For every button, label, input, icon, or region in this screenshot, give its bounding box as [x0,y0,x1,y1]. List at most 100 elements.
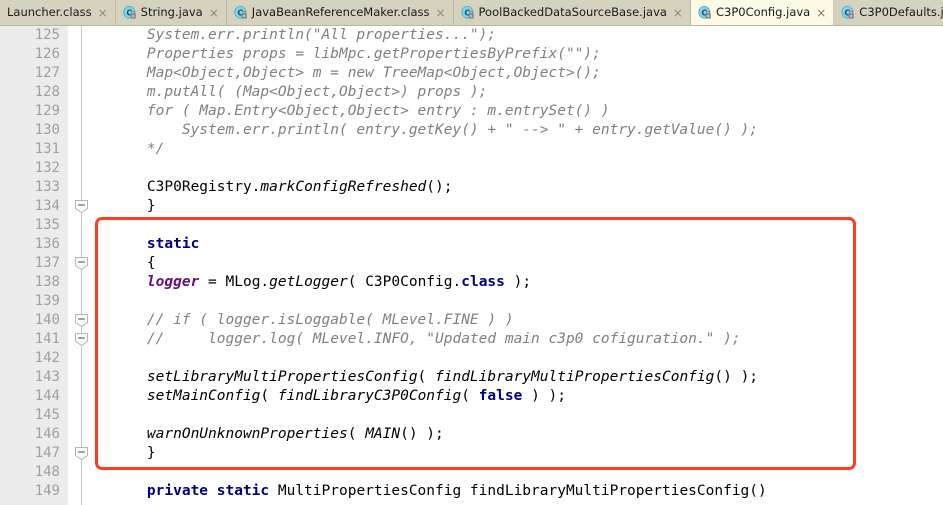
line-number: 128 [34,84,60,100]
code-line[interactable] [95,463,943,482]
code-token-kw: false [478,388,523,404]
code-token-meth: getLogger [269,274,348,290]
line-number: 125 [34,27,60,43]
code-line[interactable]: */ [95,140,943,159]
code-line[interactable]: Map<Object,Object> m = new TreeMap<Objec… [95,64,943,83]
close-icon[interactable]: × [816,7,826,19]
code-line[interactable]: warnOnUnknownProperties( MAIN() ); [95,425,943,444]
line-number: 144 [34,388,60,404]
code-token-plain: () ); [714,369,759,385]
close-icon[interactable]: × [209,7,219,19]
line-number: 143 [34,369,60,385]
code-token-plain: ( [347,426,366,442]
line-number: 129 [34,103,60,119]
editor-tab-c3p0config-java[interactable]: C C3P0Config.java × [690,0,835,25]
code-line[interactable]: } [95,197,943,216]
code-token-meth: setLibraryMultiPropertiesConfig [146,369,418,385]
close-icon[interactable]: × [435,7,445,19]
code-line[interactable]: System.err.println("All properties..."); [95,26,943,45]
close-icon[interactable]: × [673,7,683,19]
editor-tab-label: JavaBeanReferenceMaker.class [251,4,430,19]
line-number-list: 125 126 127 128 129 130 131 132 133 134 135 136 137 1… [0,26,60,501]
editor-tab-label: C3P0Config.java [715,4,811,19]
editor-tab-label: PoolBackedDataSourceBase.java [478,4,667,19]
fold-toggle-icon[interactable] [74,256,89,271]
code-token-cmt: Properties props = libMpc.getPropertiesB… [146,46,601,62]
line-number: 146 [34,426,60,442]
editor-tab-c3p0defaults-java[interactable]: C C3P0Defaults.java× [834,0,943,25]
line-number: 142 [34,350,60,366]
code-line[interactable]: // logger.log( MLevel.INFO, "Updated mai… [95,330,943,349]
code-token-meth: findLibraryC3P0Config [277,388,462,404]
code-token-cmt: System.err.println("All properties..."); [146,27,497,43]
code-folding-strip[interactable] [68,26,95,505]
code-line[interactable]: } [95,444,943,463]
fold-toggle-icon[interactable] [74,332,89,347]
editor-tab-bar: Launcher.class × C String.java × C JavaBea… [0,0,943,26]
code-token-cmt: // if ( logger.isLoggable( MLevel.FINE )… [146,312,514,328]
code-token-fld: logger [146,274,200,290]
code-token-plain: ) ); [522,388,566,404]
editor-tab-string-java[interactable]: C String.java × [115,0,227,25]
line-number: 140 [34,312,60,328]
fold-toggle-icon[interactable] [74,446,89,461]
code-token-cmt: m.putAll( (Map<Object,Object>) props ); [146,84,488,100]
code-token-kw: static [146,236,200,252]
editor-tab-label: C3P0Defaults.java [859,4,943,19]
code-token-meth: setMainConfig [146,388,261,404]
code-line[interactable] [95,292,943,311]
code-line[interactable]: m.putAll( (Map<Object,Object>) props ); [95,83,943,102]
editor-tab-label: String.java [140,4,203,19]
line-number: 147 [34,445,60,461]
line-number: 145 [34,407,60,423]
code-line[interactable]: System.err.println( entry.getKey() + " -… [95,121,943,140]
code-token-plain: ( [417,369,436,385]
code-line[interactable]: { [95,254,943,273]
code-line[interactable] [95,349,943,368]
fold-toggle-icon[interactable] [74,199,89,214]
code-token-cmt: System.err.println( entry.getKey() + " -… [146,122,759,138]
code-line[interactable]: private static MultiPropertiesConfig fin… [95,482,943,501]
java-class-icon: C [460,5,475,20]
code-line[interactable]: C3P0Registry.markConfigRefreshed(); [95,178,943,197]
code-line[interactable]: setMainConfig( findLibraryC3P0Config( fa… [95,387,943,406]
code-line[interactable]: setLibraryMultiPropertiesConfig( findLib… [95,368,943,387]
fold-toggle-icon[interactable] [74,313,89,328]
code-token-plain: { [146,255,156,271]
code-line[interactable]: for ( Map.Entry<Object,Object> entry : m… [95,102,943,121]
code-token-plain: (); [426,179,453,195]
code-token-cmt: // logger.log( MLevel.INFO, "Updated mai… [146,331,741,347]
editor-tab-poolbackeddatasourcebase-java[interactable]: C PoolBackedDataSourceBase.java × [453,0,691,25]
code-token-cmt: for ( Map.Entry<Object,Object> entry : m… [146,103,610,119]
code-line[interactable]: Properties props = libMpc.getPropertiesB… [95,45,943,64]
java-class-icon: C [841,5,855,20]
editor-tab-launcher-class[interactable]: Launcher.class × [0,0,116,25]
code-line[interactable]: // if ( logger.isLoggable( MLevel.FINE )… [95,311,943,330]
code-editor[interactable]: 125 126 127 128 129 130 131 132 133 134 135 136 137 1… [0,26,943,505]
code-token-plain: } [146,198,156,214]
line-number: 126 [34,46,60,62]
code-token-plain: ( [260,388,278,404]
editor-tab-javabeanreferencemaker-class[interactable]: C JavaBeanReferenceMaker.class × [226,0,454,25]
code-line[interactable] [95,406,943,425]
line-number: 136 [34,236,60,252]
code-line[interactable]: logger = MLog.getLogger( C3P0Config.clas… [95,273,943,292]
code-content[interactable]: System.err.println("All properties...");… [95,26,943,505]
code-line[interactable]: static [95,235,943,254]
line-number: 148 [34,464,60,480]
close-icon[interactable]: × [98,7,108,19]
code-line[interactable] [95,216,943,235]
code-token-meth: markConfigRefreshed [260,179,427,195]
code-line[interactable] [95,159,943,178]
code-token-plain: } [146,445,156,461]
